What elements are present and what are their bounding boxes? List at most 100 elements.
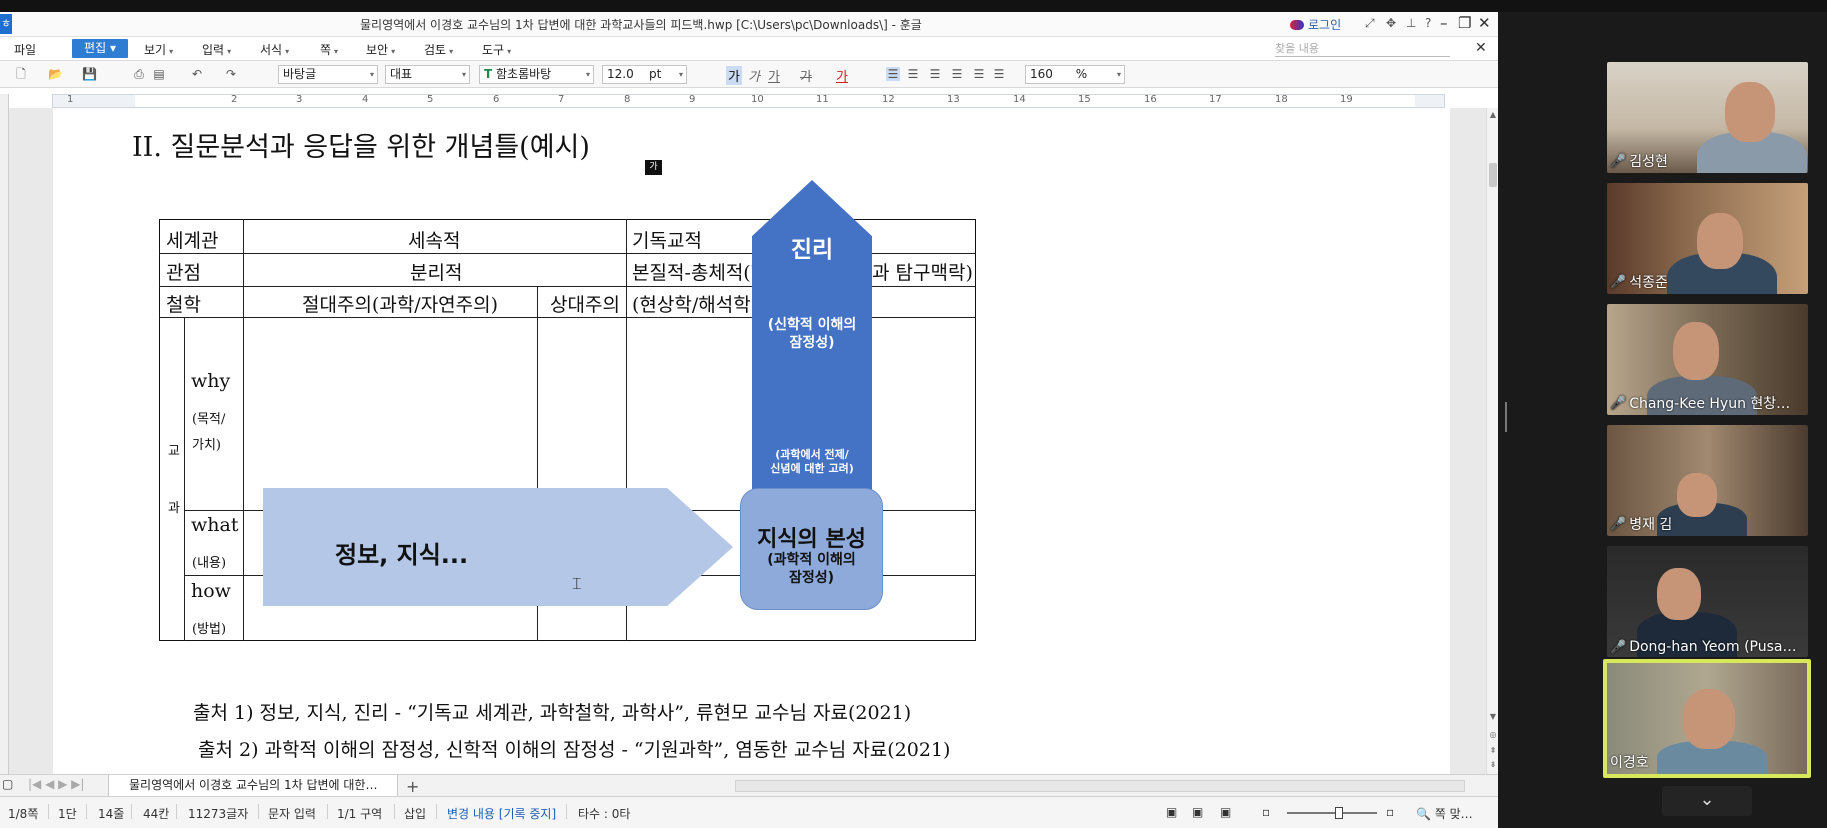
lang-combo[interactable]: 대표 ▾ xyxy=(385,65,470,84)
status-page[interactable]: 1/8쪽 xyxy=(8,805,38,822)
align-right-icon[interactable]: ☰ xyxy=(950,67,964,81)
tab-list-icon[interactable]: ▢ xyxy=(2,777,13,791)
bold-button[interactable]: 가 xyxy=(726,66,742,85)
menu-edit[interactable]: 편집 ▾ xyxy=(72,39,128,58)
view-web-icon[interactable]: ▣ xyxy=(1220,805,1231,819)
hancom-logo-icon[interactable]: ㅎ xyxy=(0,14,12,34)
ruler-num: 9 xyxy=(689,94,696,105)
font-size-combo[interactable]: 12.0 pt ▾ xyxy=(602,65,687,84)
zoom-slider-knob[interactable] xyxy=(1335,807,1343,819)
font-combo[interactable]: T 함초롬바탕 ▾ xyxy=(479,65,594,84)
prev-page-icon[interactable]: ⇞ xyxy=(1488,746,1498,755)
style-combo[interactable]: 바탕글 ▾ xyxy=(278,65,378,84)
info-arrow-shape[interactable] xyxy=(263,488,733,606)
ruler-num: 10 xyxy=(751,94,764,105)
ruler-num: 15 xyxy=(1078,94,1091,105)
redo-icon[interactable]: ↷ xyxy=(224,67,238,81)
undo-icon[interactable]: ↶ xyxy=(190,67,204,81)
menu-file[interactable]: 파일 xyxy=(14,41,36,58)
ruler-num: 17 xyxy=(1209,94,1222,105)
ruler-num: 7 xyxy=(558,94,565,105)
menu-view[interactable]: 보기 ▾ xyxy=(144,41,173,58)
tab-document[interactable]: 물리영역에서 이경호 교수님의 1차 답변에 대한… xyxy=(108,775,398,797)
font-color-button[interactable]: 가 xyxy=(836,66,848,85)
move-icon[interactable]: ✥ xyxy=(1386,16,1396,30)
new-doc-icon[interactable]: 🗋 xyxy=(14,67,28,81)
mouse-cursor-icon: ⌶ xyxy=(572,574,582,593)
chevron-down-icon[interactable]: ⌄ xyxy=(1662,786,1752,816)
menu-tools[interactable]: 도구 ▾ xyxy=(482,41,511,58)
align-center-icon[interactable]: ☰ xyxy=(928,67,942,81)
status-track-changes[interactable]: 변경 내용 [기록 중지] xyxy=(447,805,556,822)
menu-format[interactable]: 서식 ▾ xyxy=(260,41,289,58)
tab-nav-icon[interactable]: |◀ ◀ ▶ ▶| xyxy=(28,777,84,791)
menu-bar: 파일 편집 ▾ 보기 ▾ 입력 ▾ 서식 ▾ 쪽 ▾ 보안 ▾ 검토 ▾ 도구 ▾ 찾을 내용… xyxy=(0,37,1498,61)
view-page-icon[interactable]: ▣ xyxy=(1192,805,1203,819)
participant-tile[interactable]: 🎤 Chang-Kee Hyun 현창… xyxy=(1607,304,1808,415)
underline-button[interactable]: 가 xyxy=(768,66,780,85)
status-input-mode: 문자 입력 xyxy=(268,807,316,821)
zoom-in-icon[interactable]: ▫ xyxy=(1386,805,1394,819)
source-2: 출처 2) 과학적 이해의 잠정성, 신학적 이해의 잠정성 - “기원과학”,… xyxy=(198,739,951,761)
login-button[interactable]: 로그인 xyxy=(1290,16,1341,33)
participant-tile[interactable]: 🎤 병재 김 xyxy=(1607,425,1808,536)
scroll-up-icon[interactable]: ▲ xyxy=(1488,110,1498,119)
ruler-num: 2 xyxy=(231,94,238,105)
participant-tile[interactable]: 🎤 김성현 xyxy=(1607,62,1808,173)
close-doc-icon[interactable]: ✕ xyxy=(1475,40,1487,56)
cell-inquiry-context: 과 탐구맥락) xyxy=(872,262,973,284)
zoom-slider[interactable] xyxy=(1287,807,1377,819)
menu-security[interactable]: 보안 ▾ xyxy=(366,41,395,58)
cell-why: why xyxy=(191,370,231,392)
participant-name: 김성현 xyxy=(1629,154,1668,170)
menu-review[interactable]: 검토 ▾ xyxy=(424,41,453,58)
save-icon[interactable]: 💾 xyxy=(82,67,97,81)
next-page-icon[interactable]: ⇟ xyxy=(1488,760,1498,769)
cell-absolutism: 절대주의(과학/자연주의) xyxy=(302,294,499,316)
participant-tile[interactable]: 🎤 Dong-han Yeom (Pusa… xyxy=(1607,546,1808,657)
menu-input[interactable]: 입력 ▾ xyxy=(202,41,231,58)
scroll-thumb[interactable] xyxy=(1489,163,1497,187)
split-align-icon[interactable]: ☰ xyxy=(992,67,1006,81)
scroll-down-icon[interactable]: ▼ xyxy=(1488,712,1498,721)
table-line xyxy=(243,219,244,641)
zoom-combo[interactable]: 160 % ▾ xyxy=(1025,65,1125,84)
search-input[interactable]: 찾을 내용 xyxy=(1275,40,1450,57)
close-button[interactable]: ✕ xyxy=(1478,14,1491,32)
ruler-num: 11 xyxy=(816,94,829,105)
restore-button[interactable]: ❐ xyxy=(1458,14,1471,32)
participant-tile[interactable]: 🎤 석종준 xyxy=(1607,183,1808,294)
screen-top-strip xyxy=(0,0,1827,12)
italic-button[interactable]: 가 xyxy=(748,66,760,85)
distribute-icon[interactable]: ☰ xyxy=(972,67,986,81)
expand-icon[interactable]: ⤢ xyxy=(1365,16,1375,31)
preview-icon[interactable]: ▤ xyxy=(152,67,166,81)
align-left-icon[interactable]: ☰ xyxy=(906,67,920,81)
ruler-num: 14 xyxy=(1013,94,1026,105)
panel-splitter[interactable] xyxy=(1505,402,1507,432)
zoom-fit-button[interactable]: 🔍 쪽 맞… xyxy=(1416,805,1473,822)
horizontal-ruler[interactable]: 1 2 3 4 5 6 7 8 9 10 11 12 13 14 15 16 1… xyxy=(52,94,1445,108)
open-icon[interactable]: 📂 xyxy=(48,67,63,81)
page-options-icon[interactable]: ◎ xyxy=(1488,730,1498,739)
pin-icon[interactable]: ⊥ xyxy=(1406,16,1416,30)
muted-mic-icon: 🎤 xyxy=(1610,153,1627,169)
zoom-out-icon[interactable]: ▫ xyxy=(1262,805,1270,819)
add-tab-icon[interactable]: + xyxy=(406,777,419,796)
document-tab-bar: ▢ |◀ ◀ ▶ ▶| 물리영역에서 이경호 교수님의 1차 답변에 대한… + xyxy=(0,774,1498,797)
participant-tile-active[interactable]: 이경호 xyxy=(1603,659,1811,778)
view-normal-icon[interactable]: ▣ xyxy=(1166,805,1177,819)
participant-name: 석종준 xyxy=(1629,275,1668,291)
align-justify-icon[interactable]: ☰ xyxy=(886,67,900,81)
vertical-scrollbar[interactable]: ▲ ▼ ◎ ⇞ ⇟ xyxy=(1486,108,1498,774)
menu-page[interactable]: 쪽 ▾ xyxy=(320,41,338,58)
help-icon[interactable]: ? xyxy=(1425,16,1431,30)
horizontal-scrollbar[interactable] xyxy=(735,780,1465,792)
ruler-num: 5 xyxy=(427,94,434,105)
vertical-ruler[interactable] xyxy=(0,94,9,774)
minimize-button[interactable]: – xyxy=(1440,14,1448,32)
print-icon[interactable]: ⎙ xyxy=(132,67,146,81)
info-arrow-label: 정보, 지식... xyxy=(335,541,469,569)
status-insert[interactable]: 삽입 xyxy=(404,805,426,822)
strike-button[interactable]: 가 xyxy=(800,66,812,85)
